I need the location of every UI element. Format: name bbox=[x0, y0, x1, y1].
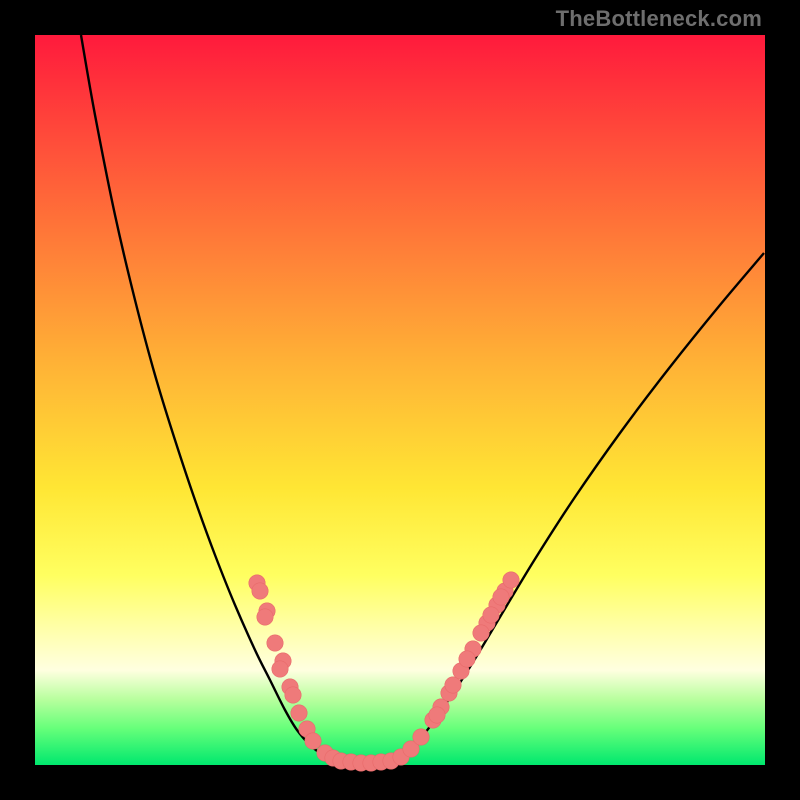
scatter-point bbox=[257, 609, 273, 625]
scatter-point bbox=[445, 677, 461, 693]
plot-area bbox=[35, 35, 765, 765]
scatter-point bbox=[285, 687, 301, 703]
scatter-point bbox=[503, 572, 519, 588]
scatter-point bbox=[252, 583, 268, 599]
scatter-point bbox=[305, 733, 321, 749]
scatter-point bbox=[272, 661, 288, 677]
scatter-point bbox=[483, 607, 499, 623]
scatter-point bbox=[429, 707, 445, 723]
watermark-text: TheBottleneck.com bbox=[556, 6, 762, 32]
scatter-markers bbox=[249, 572, 519, 771]
chart-svg bbox=[35, 35, 765, 765]
left-curve bbox=[81, 35, 335, 761]
outer-frame: TheBottleneck.com bbox=[0, 0, 800, 800]
scatter-point bbox=[413, 729, 429, 745]
scatter-point bbox=[459, 651, 475, 667]
scatter-point bbox=[291, 705, 307, 721]
scatter-point bbox=[267, 635, 283, 651]
scatter-point bbox=[473, 625, 489, 641]
scatter-point bbox=[493, 589, 509, 605]
